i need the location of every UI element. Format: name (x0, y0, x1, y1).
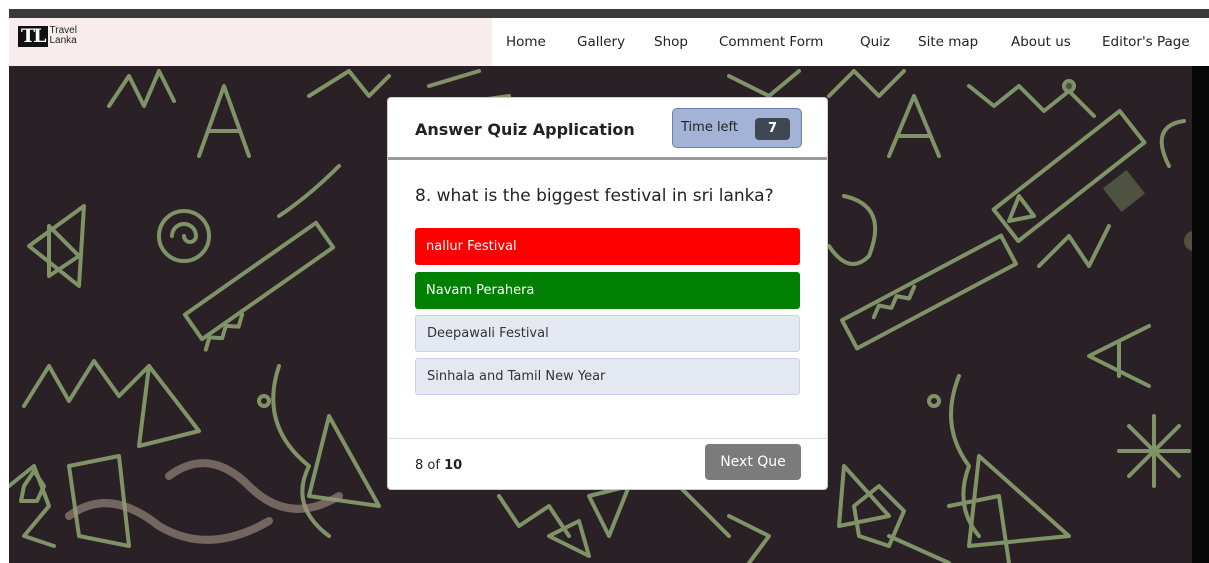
question-text: 8. what is the biggest festival in sri l… (415, 186, 774, 206)
answer-option[interactable]: Deepawali Festival (415, 315, 800, 352)
nav-home[interactable]: Home (506, 34, 546, 50)
nav-quiz[interactable]: Quiz (860, 34, 890, 50)
answer-option-correct[interactable]: Navam Perahera (415, 272, 800, 309)
quiz-card-footer-divider (388, 438, 827, 439)
timer-label: Time left (681, 120, 739, 135)
right-dark-edge (1192, 66, 1209, 563)
progress-current: 8 (415, 458, 424, 473)
quiz-card-header: Answer Quiz Application Time left 7 (388, 98, 827, 160)
nav-gallery[interactable]: Gallery (577, 34, 625, 50)
timer-value: 7 (755, 118, 790, 140)
nav-site-map[interactable]: Site map (918, 34, 978, 50)
answer-option[interactable]: Sinhala and Tamil New Year (415, 358, 800, 395)
nav-comment-form[interactable]: Comment Form (719, 34, 823, 50)
nav-shop[interactable]: Shop (654, 34, 688, 50)
logo-line-2: Lanka (49, 35, 77, 46)
progress-total: 10 (444, 458, 463, 473)
next-question-button[interactable]: Next Que (705, 444, 801, 480)
timer-box: Time left 7 (672, 108, 802, 148)
travel-lanka-logo[interactable]: TL Travel Lanka (18, 26, 77, 47)
logo-mark: TL (18, 26, 48, 47)
question-progress: 8 of 10 (415, 458, 462, 473)
top-dark-bar (9, 9, 1209, 18)
quiz-card: Answer Quiz Application Time left 7 8. w… (387, 97, 828, 490)
nav-editors-page[interactable]: Editor's Page (1102, 34, 1190, 50)
answer-option-wrong[interactable]: nallur Festival (415, 228, 800, 265)
progress-of: of (427, 458, 440, 473)
quiz-title: Answer Quiz Application (415, 120, 635, 139)
logo-text: Travel Lanka (50, 26, 77, 46)
nav-about-us[interactable]: About us (1011, 34, 1071, 50)
